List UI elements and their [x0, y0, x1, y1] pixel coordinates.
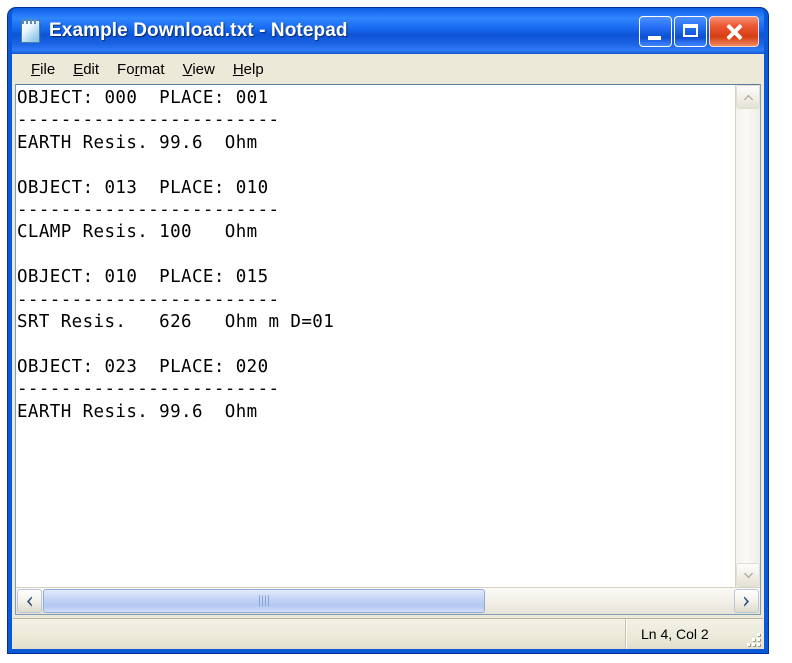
- close-button[interactable]: [709, 15, 759, 47]
- resize-grip-icon[interactable]: [746, 632, 760, 646]
- title-bar[interactable]: Example Download.txt - Notepad: [12, 8, 764, 54]
- notepad-window: Example Download.txt - Notepad File Edit…: [8, 8, 768, 653]
- text-line: OBJECT: 010 PLACE: 015: [17, 267, 269, 288]
- maximize-button[interactable]: [674, 15, 707, 47]
- text-line: [17, 244, 735, 266]
- status-bar-position-pane: Ln 4, Col 2: [627, 619, 763, 649]
- menu-bar: File Edit Format View Help: [13, 54, 763, 84]
- edit-region: OBJECT: 000 PLACE: 001 -----------------…: [15, 84, 761, 615]
- text-line: ------------------------: [17, 200, 280, 221]
- text-line: OBJECT: 000 PLACE: 001: [17, 88, 269, 108]
- edit-row: OBJECT: 000 PLACE: 001 -----------------…: [16, 85, 760, 587]
- chevron-up-icon[interactable]: [736, 85, 760, 109]
- vertical-scrollbar[interactable]: [735, 85, 760, 587]
- text-line: ------------------------: [17, 289, 280, 310]
- text-line: EARTH Resis. 99.6 Ohm: [17, 401, 258, 422]
- menu-item-file[interactable]: File: [22, 59, 64, 80]
- chevron-right-icon[interactable]: [734, 589, 759, 613]
- chevron-down-icon[interactable]: [736, 563, 760, 587]
- menu-item-help[interactable]: Help: [224, 59, 273, 80]
- horizontal-scrollbar-track[interactable]: [485, 590, 733, 612]
- scrollbar-grip-icon: [259, 595, 269, 607]
- caret-position-label: Ln 4, Col 2: [641, 626, 709, 642]
- text-line: ------------------------: [17, 110, 280, 131]
- text-editor[interactable]: OBJECT: 000 PLACE: 001 -----------------…: [16, 85, 735, 587]
- text-line: [17, 333, 735, 355]
- client-area: File Edit Format View Help OBJECT: 000 P…: [12, 54, 764, 649]
- text-line: OBJECT: 023 PLACE: 020: [17, 356, 269, 377]
- minimize-button[interactable]: [639, 15, 672, 47]
- menu-item-view[interactable]: View: [174, 59, 224, 80]
- text-line: [17, 154, 735, 176]
- menu-item-edit[interactable]: Edit: [64, 59, 108, 80]
- notepad-icon-rings: [22, 19, 37, 24]
- horizontal-scrollbar-thumb[interactable]: [43, 589, 485, 613]
- chevron-left-icon[interactable]: [17, 589, 42, 613]
- window-title: Example Download.txt - Notepad: [49, 20, 348, 41]
- menu-item-format[interactable]: Format: [108, 59, 174, 80]
- text-line: ------------------------: [17, 379, 280, 400]
- horizontal-scrollbar[interactable]: [16, 587, 760, 614]
- caption-buttons: [639, 15, 762, 47]
- text-line: OBJECT: 013 PLACE: 010: [17, 177, 269, 198]
- text-line: CLAMP Resis. 100 Ohm: [17, 222, 258, 243]
- text-line: SRT Resis. 626 Ohm m D=01: [17, 312, 335, 333]
- status-bar: Ln 4, Col 2: [13, 618, 763, 649]
- text-line: EARTH Resis. 99.6 Ohm: [17, 132, 258, 153]
- status-bar-left-pane: [13, 619, 627, 649]
- notepad-icon[interactable]: [19, 19, 43, 43]
